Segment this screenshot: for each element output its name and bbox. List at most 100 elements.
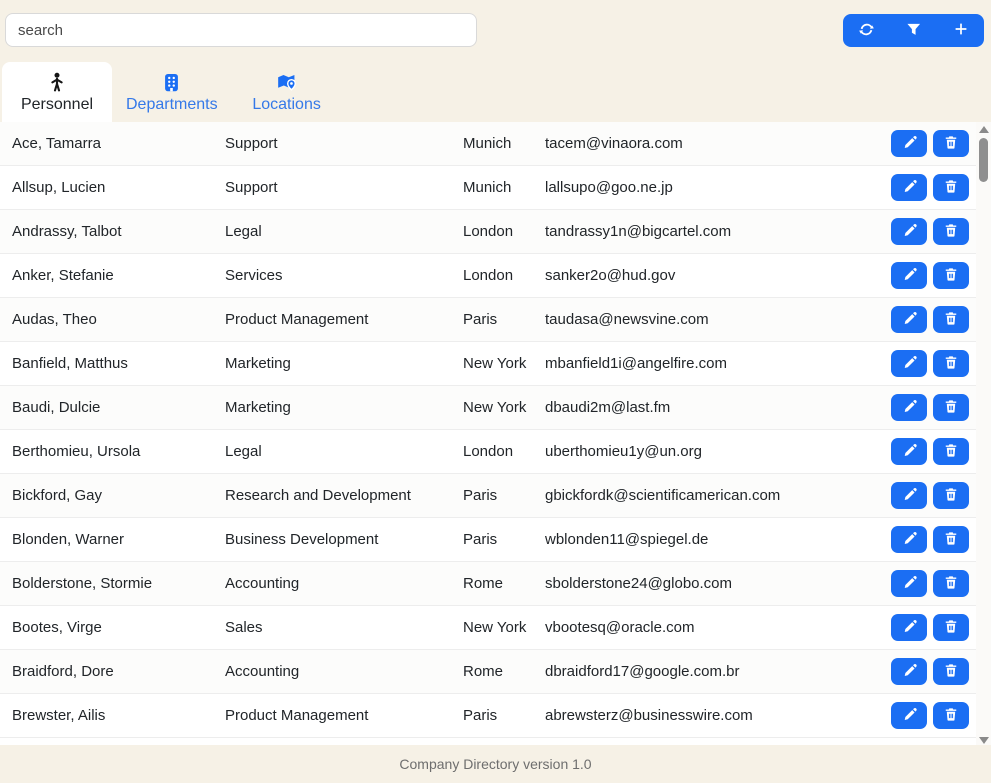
table-row: Baudi, Dulcie Marketing New York dbaudi2… (0, 386, 991, 430)
pencil-icon (902, 399, 917, 417)
person-name: Baudi, Dulcie (12, 399, 225, 416)
table-row: Allsup, Lucien Support Munich lallsupo@g… (0, 166, 991, 210)
person-department: Product Management (225, 707, 463, 724)
refresh-button[interactable] (843, 14, 890, 47)
filter-button[interactable] (890, 14, 937, 47)
add-button[interactable] (937, 14, 984, 47)
vertical-scrollbar[interactable] (976, 122, 991, 748)
delete-button[interactable] (933, 614, 969, 641)
edit-button[interactable] (891, 174, 927, 201)
edit-button[interactable] (891, 482, 927, 509)
edit-button[interactable] (891, 526, 927, 553)
pencil-icon (902, 179, 917, 197)
pencil-icon (902, 531, 917, 549)
tab-locations[interactable]: Locations (232, 62, 342, 122)
edit-button[interactable] (891, 262, 927, 289)
person-city: Paris (463, 311, 545, 328)
person-city: Paris (463, 707, 545, 724)
person-department: Marketing (225, 399, 463, 416)
pencil-icon (902, 619, 917, 637)
delete-button[interactable] (933, 306, 969, 333)
edit-button[interactable] (891, 702, 927, 729)
pencil-icon (902, 707, 917, 725)
person-department: Business Development (225, 531, 463, 548)
pencil-icon (902, 443, 917, 461)
delete-button[interactable] (933, 570, 969, 597)
personnel-table: Ace, Tamarra Support Munich tacem@vinaor… (0, 122, 991, 745)
pencil-icon (902, 355, 917, 373)
person-email: uberthomieu1y@un.org (545, 443, 891, 460)
person-city: Paris (463, 531, 545, 548)
search-input[interactable] (5, 13, 477, 47)
delete-button[interactable] (933, 262, 969, 289)
person-email: dbraidford17@google.com.br (545, 663, 891, 680)
person-city: Rome (463, 663, 545, 680)
delete-button[interactable] (933, 482, 969, 509)
triangle-down-icon[interactable] (979, 737, 989, 744)
edit-button[interactable] (891, 130, 927, 157)
table-row: Banfield, Matthus Marketing New York mba… (0, 342, 991, 386)
person-email: wblonden11@spiegel.de (545, 531, 891, 548)
delete-button[interactable] (933, 350, 969, 377)
edit-button[interactable] (891, 614, 927, 641)
person-city: New York (463, 399, 545, 416)
delete-button[interactable] (933, 174, 969, 201)
pencil-icon (902, 575, 917, 593)
person-city: Munich (463, 179, 545, 196)
person-city: London (463, 223, 545, 240)
edit-button[interactable] (891, 394, 927, 421)
person-city: London (463, 267, 545, 284)
person-icon (47, 72, 67, 92)
trash-icon (944, 663, 958, 681)
edit-button[interactable] (891, 306, 927, 333)
trash-icon (944, 267, 958, 285)
person-email: tandrassy1n@bigcartel.com (545, 223, 891, 240)
pencil-icon (902, 267, 917, 285)
pencil-icon (902, 223, 917, 241)
person-name: Anker, Stefanie (12, 267, 225, 284)
edit-button[interactable] (891, 658, 927, 685)
pencil-icon (902, 135, 917, 153)
person-name: Ace, Tamarra (12, 135, 225, 152)
tab-personnel-label: Personnel (21, 97, 93, 113)
person-department: Services (225, 267, 463, 284)
tab-departments-label: Departments (126, 97, 218, 113)
person-name: Bootes, Virge (12, 619, 225, 636)
triangle-up-icon[interactable] (979, 126, 989, 133)
person-name: Bickford, Gay (12, 487, 225, 504)
table-row: Braidford, Dore Accounting Rome dbraidfo… (0, 650, 991, 694)
person-department: Legal (225, 443, 463, 460)
delete-button[interactable] (933, 130, 969, 157)
trash-icon (944, 135, 958, 153)
delete-button[interactable] (933, 394, 969, 421)
edit-button[interactable] (891, 438, 927, 465)
edit-button[interactable] (891, 218, 927, 245)
person-city: Paris (463, 487, 545, 504)
edit-button[interactable] (891, 350, 927, 377)
delete-button[interactable] (933, 526, 969, 553)
person-name: Berthomieu, Ursola (12, 443, 225, 460)
person-department: Marketing (225, 355, 463, 372)
delete-button[interactable] (933, 438, 969, 465)
person-department: Sales (225, 619, 463, 636)
filter-icon (906, 22, 921, 40)
plus-icon (953, 21, 969, 40)
pencil-icon (902, 487, 917, 505)
table-row: Andrassy, Talbot Legal London tandrassy1… (0, 210, 991, 254)
delete-button[interactable] (933, 658, 969, 685)
tab-personnel[interactable]: Personnel (2, 62, 112, 122)
trash-icon (944, 531, 958, 549)
edit-button[interactable] (891, 570, 927, 597)
map-pin-icon (277, 72, 297, 92)
table-row: Anker, Stefanie Services London sanker2o… (0, 254, 991, 298)
pencil-icon (902, 663, 917, 681)
tab-departments[interactable]: Departments (112, 62, 232, 122)
scrollbar-thumb[interactable] (979, 138, 988, 182)
person-name: Allsup, Lucien (12, 179, 225, 196)
trash-icon (944, 223, 958, 241)
delete-button[interactable] (933, 218, 969, 245)
delete-button[interactable] (933, 702, 969, 729)
person-department: Accounting (225, 663, 463, 680)
person-city: Munich (463, 135, 545, 152)
table-row: Bickford, Gay Research and Development P… (0, 474, 991, 518)
